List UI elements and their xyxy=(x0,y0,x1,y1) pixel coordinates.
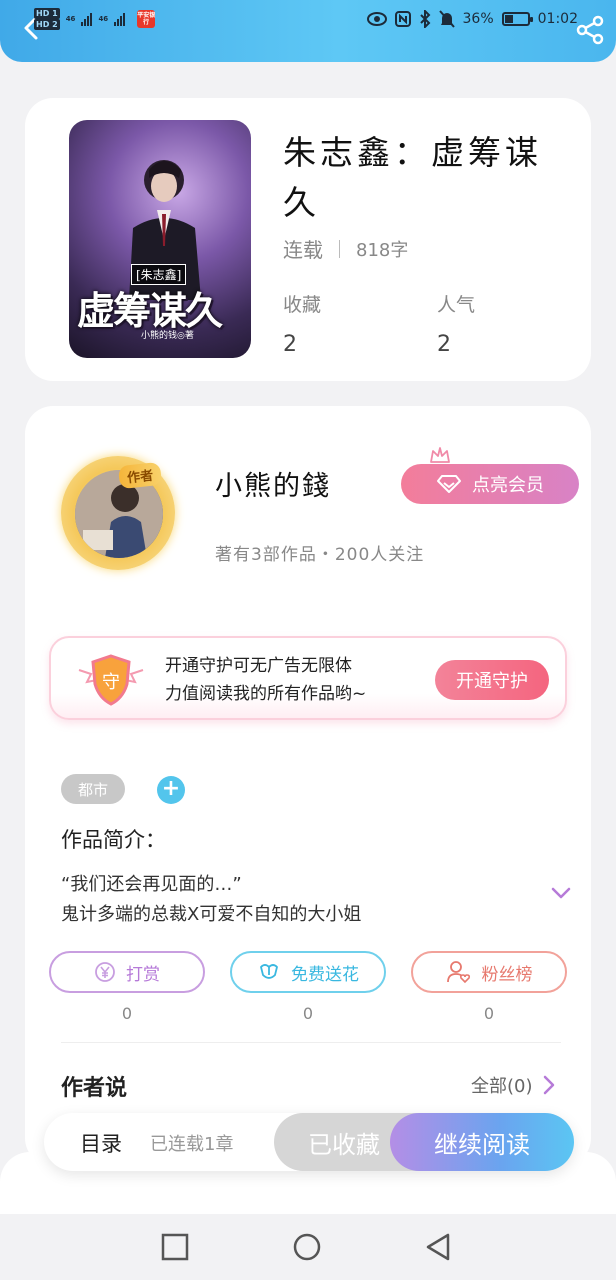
continue-reading-button[interactable]: 继续阅读 xyxy=(390,1113,574,1171)
shield-icon: 守 xyxy=(78,654,144,706)
guard-banner[interactable]: 守 开通守护可无广告无限体 力值阅读我的所有作品哟~ 开通守护 xyxy=(49,636,567,720)
reward-label: 打赏 xyxy=(126,964,160,985)
author-name[interactable]: 小熊的錢 xyxy=(215,464,331,503)
book-title: 朱志鑫：虚筹谋久 xyxy=(283,133,542,222)
open-guard-button[interactable]: 开通守护 xyxy=(435,660,549,700)
signal2-icon xyxy=(114,12,126,26)
reward-count: 0 xyxy=(121,1004,133,1023)
battery-icon xyxy=(501,12,533,26)
home-circle-icon[interactable] xyxy=(292,1232,322,1262)
share-icon[interactable] xyxy=(574,14,606,46)
author-card: 作者 小熊的錢 点亮会员 著有3部作品・200人关注 守 开通守护可无广告无限体… xyxy=(25,406,591,1166)
clock: 01:02 xyxy=(537,11,578,27)
intro-text: “我们还会再见面的…” 鬼计多端的总裁X可爱不自知的大小姐 xyxy=(61,870,531,930)
chevron-right-icon xyxy=(543,1075,554,1095)
system-nav-bar xyxy=(0,1214,616,1280)
book-cover[interactable]: [朱志鑫] 虚筹谋久 小熊的钱◎著 xyxy=(69,120,251,358)
flower-label: 免费送花 xyxy=(291,964,359,985)
table-of-contents-button[interactable]: 目录 xyxy=(80,1128,122,1158)
book-meta: 连载 818字 xyxy=(283,234,408,263)
genre-tag[interactable]: 都市 xyxy=(61,774,125,804)
favorites-value: 2 xyxy=(283,332,297,357)
network2-label: 46 xyxy=(98,15,109,23)
meta-divider xyxy=(339,239,340,258)
all-link-label: 全部(0) xyxy=(471,1076,533,1097)
chapter-status: 已连载1章 xyxy=(150,1134,234,1155)
fans-label: 粉丝榜 xyxy=(481,964,533,985)
chevron-down-icon[interactable] xyxy=(551,886,571,900)
member-button-label: 点亮会员 xyxy=(472,475,544,496)
fan-user-icon xyxy=(446,961,470,984)
add-tag-button[interactable]: + xyxy=(157,776,185,804)
fans-ranking-button[interactable]: 粉丝榜 xyxy=(411,951,567,993)
cover-author: 小熊的钱◎著 xyxy=(141,331,194,341)
sim2-label: HD 2 xyxy=(34,19,60,30)
section-divider xyxy=(61,1042,561,1043)
battery-percent: 36% xyxy=(462,11,494,27)
yen-coin-icon xyxy=(95,962,115,982)
back-triangle-icon[interactable] xyxy=(424,1232,454,1262)
bank-app-badge: 平安银行 xyxy=(137,10,156,28)
author-says-title: 作者说 xyxy=(61,1076,128,1101)
author-says-all-link[interactable]: 全部(0) xyxy=(471,1072,555,1098)
mute-bell-icon xyxy=(438,10,455,28)
guard-text-line2: 力值阅读我的所有作品哟~ xyxy=(165,684,367,704)
diamond-icon xyxy=(437,475,461,493)
bluetooth-icon xyxy=(419,10,430,28)
intro-line1: “我们还会再见面的…” xyxy=(61,874,242,895)
guard-text-line1: 开通守护可无广告无限体 xyxy=(165,656,352,676)
sim-indicators: HD 1 HD 2 xyxy=(34,8,62,30)
author-avatar[interactable]: 作者 xyxy=(55,450,175,570)
status-left: HD 1 HD 2 46 46 平安银行 xyxy=(34,8,155,30)
read-action-bar: 目录 已连载1章 已收藏 继续阅读 xyxy=(44,1113,574,1171)
network1-label: 46 xyxy=(65,15,76,23)
nfc-icon xyxy=(394,11,411,27)
intro-line2: 鬼计多端的总裁X可爱不自知的大小姐 xyxy=(61,904,362,925)
top-header: HD 1 HD 2 46 46 平安银行 36% 01:02 xyxy=(0,0,616,62)
word-count: 818字 xyxy=(356,239,409,261)
signal1-icon xyxy=(81,12,93,26)
eye-icon xyxy=(366,12,387,26)
shield-char: 守 xyxy=(102,672,120,693)
activate-membership-button[interactable]: 点亮会员 xyxy=(401,464,579,504)
serial-status: 连载 xyxy=(283,238,323,262)
popularity-label: 人气 xyxy=(437,294,476,316)
recents-square-icon[interactable] xyxy=(160,1232,190,1262)
reward-button[interactable]: 打赏 xyxy=(49,951,205,993)
favorites-label: 收藏 xyxy=(283,294,322,316)
crown-icon xyxy=(430,447,450,463)
intro-title: 作品简介： xyxy=(61,828,166,852)
send-flower-button[interactable]: 免费送花 xyxy=(230,951,386,993)
sim1-label: HD 1 xyxy=(34,8,60,19)
cover-title: 虚筹谋久 xyxy=(77,288,223,333)
book-info-card: [朱志鑫] 虚筹谋久 小熊的钱◎著 朱志鑫：虚筹谋久 连载 818字 收藏 2 … xyxy=(25,98,591,381)
status-right: 36% 01:02 xyxy=(366,10,578,28)
fans-count: 0 xyxy=(483,1004,495,1023)
flower-count: 0 xyxy=(302,1004,314,1023)
flower-icon xyxy=(260,964,278,979)
guard-description: 开通守护可无广告无限体 力值阅读我的所有作品哟~ xyxy=(165,652,435,708)
author-stats: 著有3部作品・200人关注 xyxy=(215,545,425,565)
popularity-value: 2 xyxy=(437,332,451,357)
